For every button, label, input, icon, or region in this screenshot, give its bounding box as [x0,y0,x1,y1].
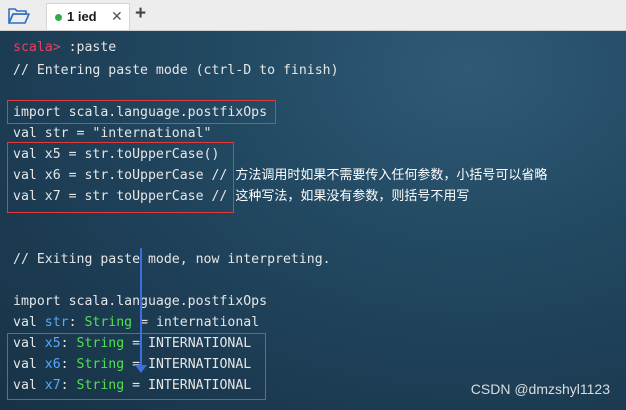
terminal-line: // Exiting paste mode, now interpreting. [13,252,331,267]
annotation-arrow-line [140,248,142,370]
terminal-line: val str = "international" [13,126,212,141]
result-line: val str: String = international [13,313,259,333]
highlight-box-vals [7,142,234,213]
annotation-arrowhead-icon [135,365,147,373]
command-text: :paste [60,40,117,55]
plus-icon[interactable]: + [135,3,146,25]
tab-session-1[interactable]: 1 ied ✕ [46,3,130,30]
terminal-area[interactable]: scala> :paste // Entering paste mode (ct… [0,31,626,410]
tab-label: 1 ied [67,9,97,24]
val-keyword: val [13,315,45,330]
watermark: CSDN @dmzshyl1123 [470,381,610,397]
comment-text: 方法调用时如果不需要传入任何参数，小括号可以省略 [235,168,548,183]
connected-status-icon [55,14,62,21]
type-name: String [84,315,133,330]
value-text: = international [132,315,260,330]
terminal-line: scala> :paste [13,38,116,58]
colon: : [68,315,85,330]
highlight-box-import [7,100,276,124]
terminal-line: // Entering paste mode (ctrl-D to finish… [13,63,339,78]
folder-open-icon[interactable] [8,7,30,24]
scala-prompt: scala> [13,40,61,55]
close-icon[interactable]: ✕ [111,8,123,25]
comment-text: 这种写法，如果没有参数，则括号不用写 [235,189,470,204]
identifier: str [44,315,69,330]
tab-bar: 1 ied ✕ + [0,0,626,31]
